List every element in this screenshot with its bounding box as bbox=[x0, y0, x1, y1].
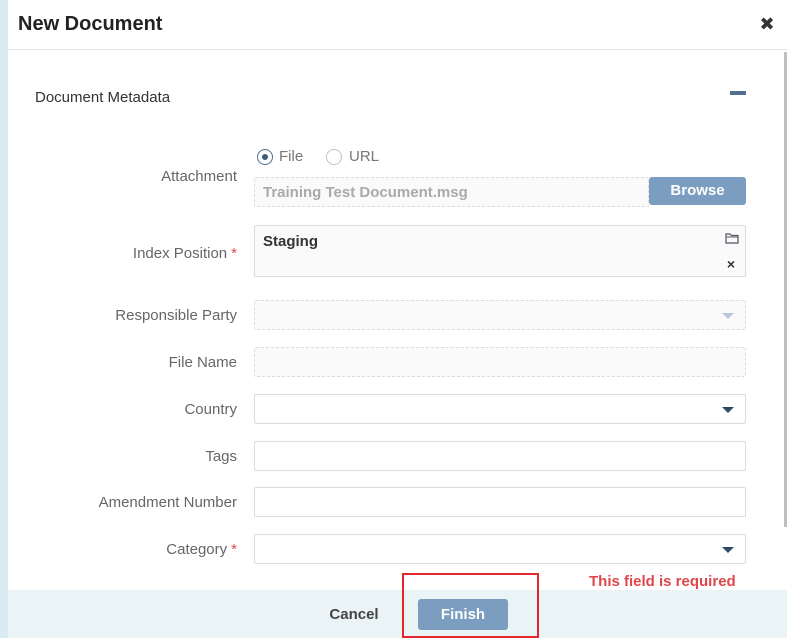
tags-label: Tags bbox=[205, 448, 237, 465]
required-marker: * bbox=[231, 541, 237, 558]
minus-icon[interactable] bbox=[730, 91, 746, 95]
index-position-value: Staging bbox=[263, 233, 318, 250]
index-position-field[interactable]: Staging × bbox=[254, 225, 746, 277]
browse-button[interactable]: Browse bbox=[649, 177, 746, 205]
country-label: Country bbox=[184, 401, 237, 418]
amendment-number-label: Amendment Number bbox=[98, 494, 237, 511]
dialog-header: New Document bbox=[8, 0, 787, 50]
close-icon[interactable]: ✖ bbox=[758, 14, 776, 34]
index-position-label: Index Position * bbox=[132, 245, 237, 262]
country-select[interactable] bbox=[254, 394, 746, 424]
amendment-number-input[interactable] bbox=[254, 487, 746, 517]
folder-icon[interactable] bbox=[725, 232, 739, 244]
tags-input[interactable] bbox=[254, 441, 746, 471]
new-document-dialog: New Document Document Metadata Attachmen… bbox=[8, 0, 787, 638]
required-marker: * bbox=[231, 245, 237, 262]
category-select[interactable] bbox=[254, 534, 746, 564]
file-name-field bbox=[254, 347, 746, 377]
radio-url[interactable] bbox=[326, 149, 342, 165]
responsible-party-label: Responsible Party bbox=[115, 307, 237, 324]
attachment-file-field: Training Test Document.msg bbox=[254, 177, 649, 207]
cancel-button[interactable]: Cancel bbox=[311, 601, 397, 629]
category-error-message: This field is required bbox=[589, 573, 736, 590]
chevron-down-icon bbox=[722, 313, 734, 319]
dialog-title: New Document bbox=[18, 13, 163, 35]
file-name-label: File Name bbox=[168, 354, 237, 371]
dialog-footer bbox=[8, 590, 787, 638]
radio-file-label[interactable]: File bbox=[279, 148, 303, 165]
category-label: Category * bbox=[166, 541, 237, 558]
attachment-file-value: Training Test Document.msg bbox=[263, 184, 468, 201]
attachment-label: Attachment bbox=[161, 168, 237, 185]
section-title: Document Metadata bbox=[35, 89, 171, 106]
radio-url-label[interactable]: URL bbox=[349, 148, 379, 165]
highlight-box bbox=[402, 573, 539, 638]
chevron-down-icon bbox=[722, 407, 734, 413]
chevron-down-icon bbox=[722, 547, 734, 553]
responsible-party-select bbox=[254, 300, 746, 330]
radio-file[interactable] bbox=[257, 149, 273, 165]
clear-icon[interactable]: × bbox=[724, 256, 738, 272]
